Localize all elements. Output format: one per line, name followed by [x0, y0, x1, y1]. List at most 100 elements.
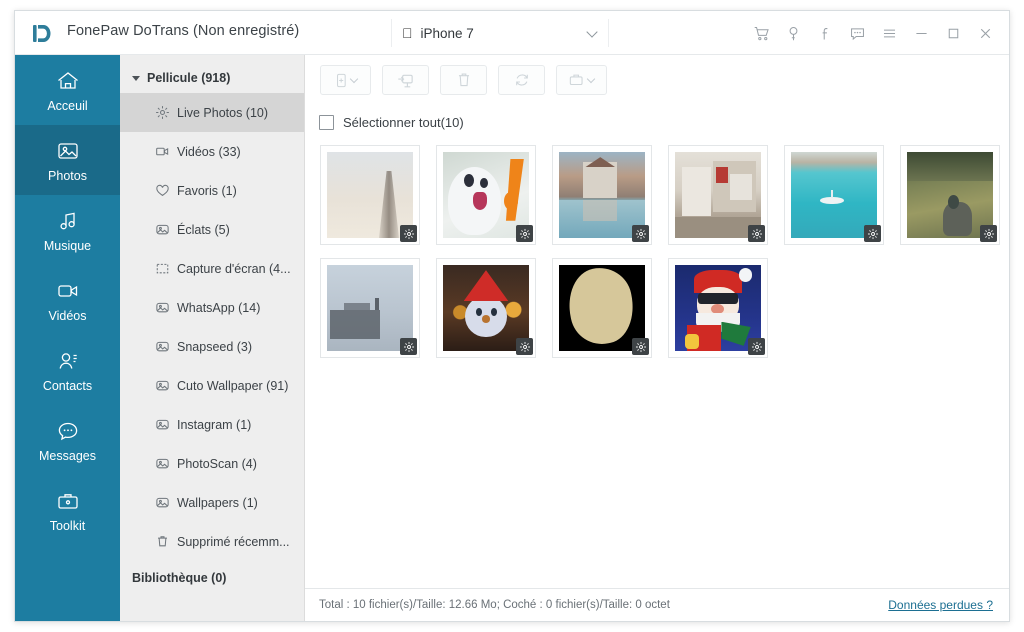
toolkit-button[interactable]	[556, 65, 607, 95]
photo-thumbnail[interactable]	[784, 145, 884, 245]
tree-item-label: Favoris (1)	[177, 183, 237, 198]
sidebar-item-label: Acceuil	[47, 98, 88, 113]
add-to-device-button[interactable]	[320, 65, 371, 95]
photo-thumbnail[interactable]	[320, 145, 420, 245]
tree-item-eclats[interactable]: Éclats (5)	[120, 210, 304, 249]
device-selector[interactable]:  iPhone 7	[391, 19, 609, 47]
photo-thumbnail[interactable]	[668, 145, 768, 245]
tree-item-capture-decran[interactable]: Capture d'écran (4...	[120, 249, 304, 288]
status-text: Total : 10 fichier(s)/Taille: 12.66 Mo; …	[319, 599, 670, 611]
sidebar-item-label: Vidéos	[48, 308, 87, 323]
tree-header-pellicule[interactable]: Pellicule (918)	[120, 63, 304, 93]
title-bar: FonePaw DoTrans (Non enregistré)  iPhon…	[15, 11, 1009, 55]
photo-thumbnail[interactable]	[320, 258, 420, 358]
tree-item-supprime-recemment[interactable]: Supprimé récemm...	[120, 522, 304, 561]
live-photos-icon	[154, 105, 170, 121]
tree-item-label: Supprimé récemm...	[177, 534, 290, 549]
photo-thumbnail[interactable]	[900, 145, 1000, 245]
chevron-down-icon	[588, 28, 598, 38]
contacts-icon	[55, 348, 81, 374]
live-photo-badge-icon	[400, 338, 417, 355]
trash-icon	[154, 534, 170, 550]
delete-button[interactable]	[440, 65, 487, 95]
live-photo-badge-icon	[516, 225, 533, 242]
photo-thumbnail[interactable]	[436, 258, 536, 358]
select-all-label: Sélectionner tout(10)	[343, 114, 464, 130]
sidebar-item-label: Toolkit	[49, 518, 86, 533]
sidebar-item-label: Musique	[43, 238, 92, 253]
photo-thumbnail[interactable]	[436, 145, 536, 245]
fonepaw-logo-icon	[29, 19, 57, 47]
tree-item-live-photos[interactable]: Live Photos (10)	[120, 93, 304, 132]
album-icon	[154, 456, 170, 472]
tree-item-label: Instagram (1)	[177, 417, 252, 432]
sidebar-item-label: Messages	[39, 448, 96, 463]
toolkit-icon	[55, 488, 81, 514]
live-photo-badge-icon	[632, 338, 649, 355]
album-icon	[154, 378, 170, 394]
refresh-button[interactable]	[498, 65, 545, 95]
photo-thumbnail[interactable]	[552, 258, 652, 358]
minimize-icon[interactable]	[907, 19, 935, 47]
tree-item-whatsapp[interactable]: WhatsApp (14)	[120, 288, 304, 327]
status-bar: Total : 10 fichier(s)/Taille: 12.66 Mo; …	[305, 588, 1009, 621]
screenshot-icon	[154, 261, 170, 277]
sidebar-item-toolkit[interactable]: Toolkit	[15, 475, 120, 545]
photo-thumbnail[interactable]	[668, 258, 768, 358]
tree-item-photoscan[interactable]: PhotoScan (4)	[120, 444, 304, 483]
album-icon	[154, 417, 170, 433]
tree-item-wallpapers[interactable]: Wallpapers (1)	[120, 483, 304, 522]
close-icon[interactable]	[971, 19, 999, 47]
sidebar-item-musique[interactable]: Musique	[15, 195, 120, 265]
live-photo-badge-icon	[748, 225, 765, 242]
sidebar-item-photos[interactable]: Photos	[15, 125, 120, 195]
tree-item-label: WhatsApp (14)	[177, 300, 261, 315]
tree-item-label: PhotoScan (4)	[177, 456, 257, 471]
tree-item-label: Cuto Wallpaper (91)	[177, 378, 289, 393]
menu-icon[interactable]	[875, 19, 903, 47]
lost-data-link[interactable]: Données perdues ?	[888, 598, 993, 612]
sidebar-item-label: Photos	[48, 168, 87, 183]
app-window: FonePaw DoTrans (Non enregistré)  iPhon…	[14, 10, 1010, 622]
caret-down-icon	[132, 75, 140, 81]
live-photo-badge-icon	[632, 225, 649, 242]
home-icon	[55, 68, 81, 94]
sidebar-item-videos[interactable]: Vidéos	[15, 265, 120, 335]
tree-item-label: Éclats (5)	[177, 222, 230, 237]
select-all-checkbox[interactable]	[319, 114, 334, 130]
content-toolbar	[305, 55, 1009, 105]
maximize-icon[interactable]	[939, 19, 967, 47]
export-to-pc-button[interactable]	[382, 65, 429, 95]
sidebar-item-messages[interactable]: Messages	[15, 405, 120, 475]
live-photo-badge-icon	[980, 225, 997, 242]
key-icon[interactable]	[779, 19, 807, 47]
photo-thumbnail[interactable]	[552, 145, 652, 245]
tree-item-snapseed[interactable]: Snapseed (3)	[120, 327, 304, 366]
messages-icon	[55, 418, 81, 444]
album-icon	[154, 495, 170, 511]
tree-item-videos[interactable]: Vidéos (33)	[120, 132, 304, 171]
apple-icon: 	[402, 26, 413, 40]
tree-item-cuto-wallpaper[interactable]: Cuto Wallpaper (91)	[120, 366, 304, 405]
content-area: Sélectionner tout(10)	[305, 55, 1009, 621]
cart-icon[interactable]	[747, 19, 775, 47]
live-photo-badge-icon	[748, 338, 765, 355]
tree-item-favoris[interactable]: Favoris (1)	[120, 171, 304, 210]
photo-grid	[305, 139, 1009, 358]
sidebar-item-acceuil[interactable]: Acceuil	[15, 55, 120, 125]
album-icon	[154, 222, 170, 238]
feedback-icon[interactable]	[843, 19, 871, 47]
album-icon	[154, 339, 170, 355]
app-title: FonePaw DoTrans (Non enregistré)	[67, 23, 300, 39]
tree-library-label[interactable]: Bibliothèque (0)	[120, 561, 304, 595]
tree-item-instagram[interactable]: Instagram (1)	[120, 405, 304, 444]
facebook-icon[interactable]	[811, 19, 839, 47]
window-controls	[747, 11, 999, 55]
device-name: iPhone 7	[410, 25, 474, 41]
sidebar-item-contacts[interactable]: Contacts	[15, 335, 120, 405]
tree-item-label: Capture d'écran (4...	[177, 261, 291, 276]
select-all-row[interactable]: Sélectionner tout(10)	[305, 105, 1009, 139]
video-icon	[154, 144, 170, 160]
photo-icon	[55, 138, 81, 164]
sidebar: Acceuil Photos Musique Vidéos Contacts M…	[15, 55, 120, 621]
